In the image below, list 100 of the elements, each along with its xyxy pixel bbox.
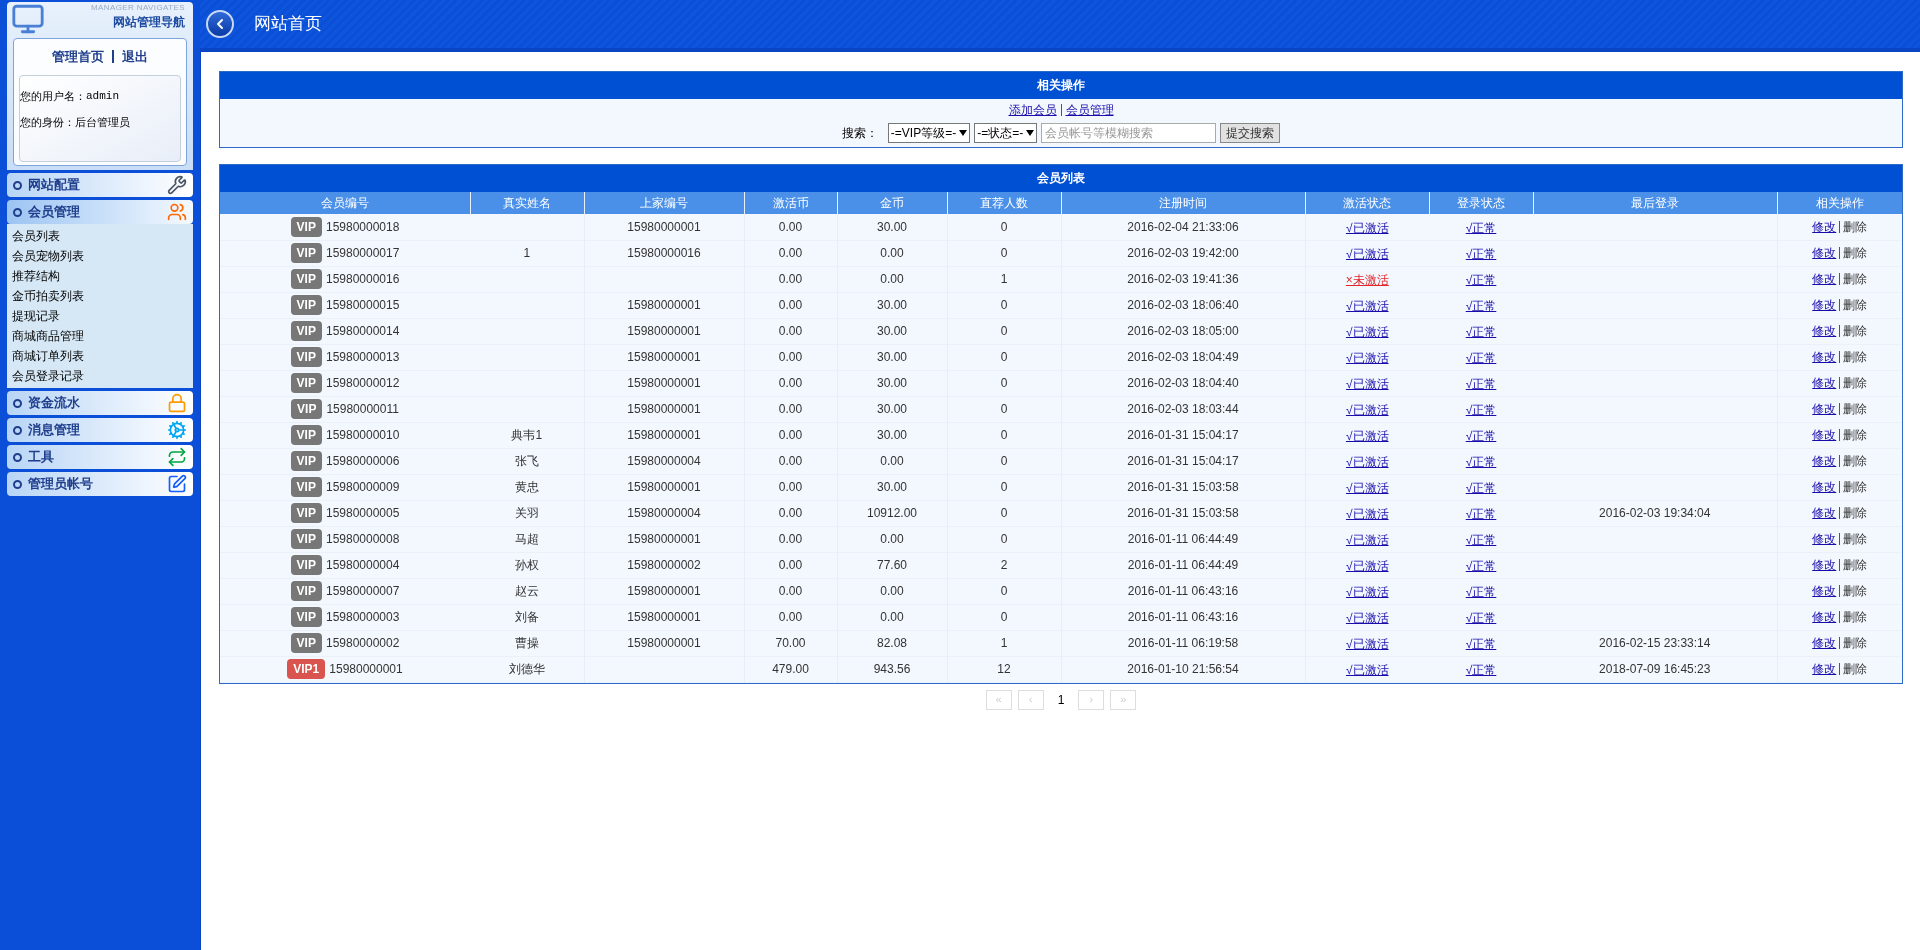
login-status-link[interactable]: √正常 <box>1465 585 1497 599</box>
menu-section-header[interactable]: 工具 <box>7 445 193 469</box>
login-status-link[interactable]: √正常 <box>1465 663 1497 677</box>
edit-link[interactable]: 修改 <box>1812 634 1837 652</box>
edit-link[interactable]: 修改 <box>1812 426 1837 444</box>
menu-section-header[interactable]: 消息管理 <box>7 418 193 442</box>
edit-link[interactable]: 修改 <box>1812 296 1837 314</box>
login-status-link[interactable]: √正常 <box>1465 247 1497 261</box>
submenu-item[interactable]: 会员登录记录 <box>12 366 188 386</box>
activation-status-link[interactable]: √已激活 <box>1345 247 1389 261</box>
edit-link[interactable]: 修改 <box>1812 478 1837 496</box>
delete-link[interactable]: 删除 <box>1843 348 1868 366</box>
edit-link[interactable]: 修改 <box>1812 582 1837 600</box>
submenu-item[interactable]: 会员列表 <box>12 226 188 246</box>
delete-link[interactable]: 删除 <box>1843 452 1868 470</box>
delete-link[interactable]: 删除 <box>1843 608 1868 626</box>
menu-section-header[interactable]: 管理员帐号 <box>7 472 193 496</box>
edit-link[interactable]: 修改 <box>1812 217 1837 236</box>
activation-status-link[interactable]: √已激活 <box>1345 299 1389 313</box>
submenu-item[interactable]: 推荐结构 <box>12 266 188 286</box>
table-cell: 0 <box>947 500 1061 526</box>
submenu-item[interactable]: 金币拍卖列表 <box>12 286 188 306</box>
edit-link[interactable]: 修改 <box>1812 322 1837 340</box>
login-status-link[interactable]: √正常 <box>1465 533 1497 547</box>
edit-link[interactable]: 修改 <box>1812 374 1837 392</box>
menu-section-header[interactable]: 网站配置 <box>7 173 193 197</box>
activation-status-link[interactable]: √已激活 <box>1345 455 1389 469</box>
login-status-link[interactable]: √正常 <box>1465 351 1497 365</box>
submenu-item[interactable]: 会员宠物列表 <box>12 246 188 266</box>
activation-status-link[interactable]: √已激活 <box>1345 533 1389 547</box>
edit-link[interactable]: 修改 <box>1812 270 1837 288</box>
login-status-link[interactable]: √正常 <box>1465 481 1497 495</box>
activation-status-link[interactable]: ×未激活 <box>1345 273 1389 287</box>
submenu-item[interactable]: 商城订单列表 <box>12 346 188 366</box>
login-status-link[interactable]: √正常 <box>1465 507 1497 521</box>
activation-status-link[interactable]: √已激活 <box>1345 351 1389 365</box>
edit-link[interactable]: 修改 <box>1812 530 1837 548</box>
login-status-link[interactable]: √正常 <box>1465 455 1497 469</box>
edit-link[interactable]: 修改 <box>1812 244 1837 262</box>
member-id: 15980000011 <box>326 401 399 418</box>
login-status-link[interactable]: √正常 <box>1465 273 1497 287</box>
delete-link[interactable]: 删除 <box>1843 556 1868 574</box>
back-button[interactable] <box>206 10 234 38</box>
login-status-link[interactable]: √正常 <box>1465 377 1497 391</box>
delete-link[interactable]: 删除 <box>1843 660 1868 678</box>
table-cell: 0.00 <box>744 526 837 552</box>
edit-link[interactable]: 修改 <box>1812 400 1837 418</box>
edit-link[interactable]: 修改 <box>1812 660 1837 678</box>
activation-status-link[interactable]: √已激活 <box>1345 637 1389 651</box>
activation-status-link[interactable]: √已激活 <box>1345 377 1389 391</box>
activation-status-link[interactable]: √已激活 <box>1345 507 1389 521</box>
login-status-link[interactable]: √正常 <box>1465 403 1497 417</box>
activation-status-link[interactable]: √已激活 <box>1345 663 1389 677</box>
edit-link[interactable]: 修改 <box>1812 504 1837 522</box>
activation-status-link[interactable]: √已激活 <box>1345 559 1389 573</box>
menu-section-header[interactable]: 会员管理 <box>7 200 193 224</box>
edit-link[interactable]: 修改 <box>1812 556 1837 574</box>
login-status-link[interactable]: √正常 <box>1465 325 1497 339</box>
activation-status-link[interactable]: √已激活 <box>1345 429 1389 443</box>
edit-link[interactable]: 修改 <box>1812 608 1837 626</box>
delete-link[interactable]: 删除 <box>1843 504 1868 522</box>
delete-link[interactable]: 删除 <box>1843 296 1868 314</box>
activation-status-link[interactable]: √已激活 <box>1345 585 1389 599</box>
login-status-link[interactable]: √正常 <box>1465 559 1497 573</box>
menu-section-header[interactable]: 资金流水 <box>7 391 193 415</box>
delete-link[interactable]: 删除 <box>1843 582 1868 600</box>
delete-link[interactable]: 删除 <box>1843 530 1868 548</box>
delete-link[interactable]: 删除 <box>1843 217 1868 236</box>
delete-link[interactable]: 删除 <box>1843 478 1868 496</box>
delete-link[interactable]: 删除 <box>1843 374 1868 392</box>
delete-link[interactable]: 删除 <box>1843 322 1868 340</box>
delete-link[interactable]: 删除 <box>1843 244 1868 262</box>
activation-status-link[interactable]: √已激活 <box>1345 325 1389 339</box>
member-management-link[interactable]: 会员管理 <box>1065 101 1114 119</box>
filter-dropdown[interactable]: -=VIP等级=- <box>887 122 971 143</box>
logout-link[interactable]: 退出 <box>122 47 148 67</box>
login-status-link[interactable]: √正常 <box>1465 299 1497 313</box>
submenu-item[interactable]: 提现记录 <box>12 306 188 326</box>
login-status-link[interactable]: √正常 <box>1465 637 1497 651</box>
login-status-link[interactable]: √正常 <box>1465 429 1497 443</box>
activation-status-link[interactable]: √已激活 <box>1345 481 1389 495</box>
activation-status-link[interactable]: √已激活 <box>1345 220 1389 235</box>
activation-status-link[interactable]: √已激活 <box>1345 403 1389 417</box>
submenu-item[interactable]: 商城商品管理 <box>12 326 188 346</box>
login-status-link[interactable]: √正常 <box>1465 611 1497 625</box>
table-cell: 15980000001 <box>584 396 744 422</box>
admin-home-link[interactable]: 管理首页 <box>52 47 104 67</box>
delete-link[interactable]: 删除 <box>1843 270 1868 288</box>
delete-link[interactable]: 删除 <box>1843 634 1868 652</box>
filter-dropdown[interactable]: -=状态=- <box>974 122 1038 143</box>
activation-status-link[interactable]: √已激活 <box>1345 611 1389 625</box>
delete-link[interactable]: 删除 <box>1843 426 1868 444</box>
edit-link[interactable]: 修改 <box>1812 452 1837 470</box>
page-number[interactable]: 1 <box>1049 690 1073 709</box>
search-field[interactable]: 会员帐号等模糊搜索 <box>1041 122 1217 143</box>
submit-search-button[interactable]: 提交搜索 <box>1220 122 1281 143</box>
edit-link[interactable]: 修改 <box>1812 348 1837 366</box>
add-member-link[interactable]: 添加会员 <box>1008 101 1057 119</box>
delete-link[interactable]: 删除 <box>1843 400 1868 418</box>
login-status-link[interactable]: √正常 <box>1465 220 1497 235</box>
